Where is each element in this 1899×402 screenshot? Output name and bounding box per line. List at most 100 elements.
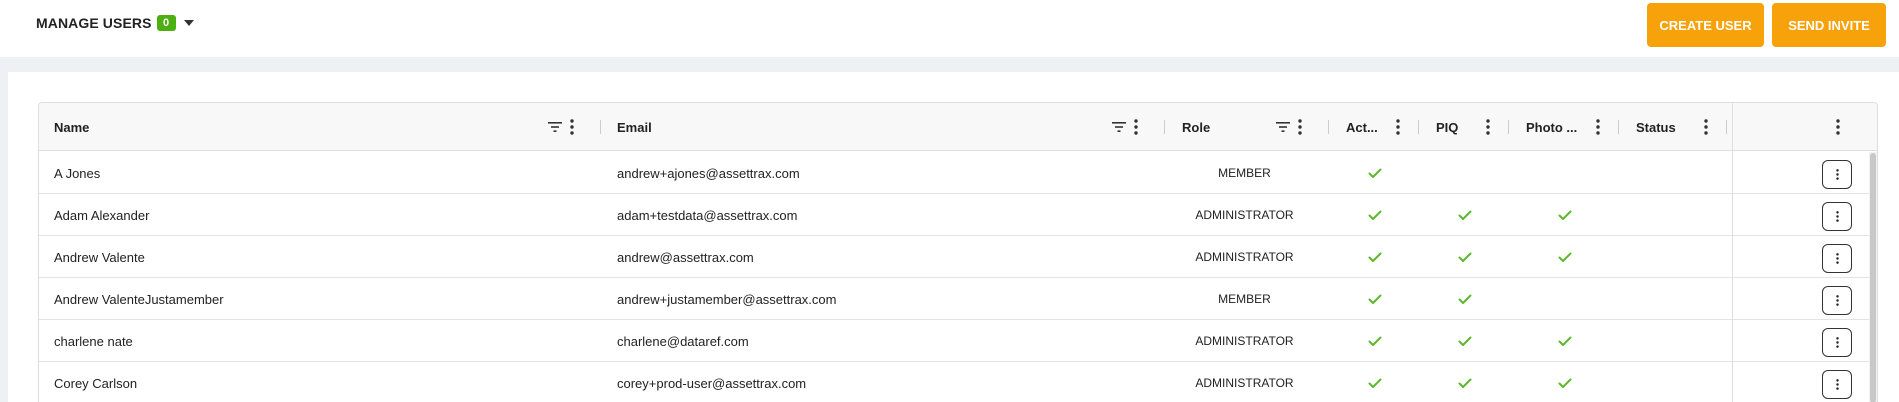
column-header-email[interactable]: Email [617, 103, 1017, 151]
user-count-badge: 0 [156, 15, 176, 31]
column-header-name[interactable]: Name [54, 103, 454, 151]
column-separator[interactable] [1164, 120, 1165, 134]
check-icon [1368, 210, 1382, 220]
check-icon [1368, 294, 1382, 304]
vertical-dots-icon[interactable] [570, 119, 574, 135]
cell-active [1368, 236, 1388, 278]
column-header-role[interactable]: Role [1182, 103, 1262, 151]
users-grid: Name Email Role Act... PIQ Photo ... Sta… [38, 102, 1878, 402]
cell-active [1368, 320, 1388, 362]
scrollbar-thumb[interactable] [1870, 153, 1876, 402]
cell-email: andrew+justamember@assettrax.com [617, 291, 837, 307]
column-label: Photo ... [1526, 119, 1578, 135]
cell-role: MEMBER [1218, 166, 1271, 180]
vertical-dots-icon [1835, 253, 1839, 264]
cell-name: Andrew ValenteJustamember [54, 291, 224, 307]
column-header-piq[interactable]: PIQ [1436, 103, 1476, 151]
cell-role: ADMINISTRATOR [1195, 334, 1294, 348]
cell-photo [1558, 236, 1578, 278]
column-separator[interactable] [1618, 120, 1619, 134]
filter-icon[interactable] [548, 121, 562, 133]
vertical-dots-icon[interactable] [1704, 119, 1708, 135]
check-icon [1368, 378, 1382, 388]
vertical-dots-icon[interactable] [1396, 119, 1400, 135]
cell-photo [1558, 362, 1578, 402]
column-separator[interactable] [1328, 120, 1329, 134]
cell-name: Andrew Valente [54, 249, 145, 265]
column-tools-actions [1836, 103, 1840, 151]
row-actions-button[interactable] [1822, 202, 1852, 231]
top-bar: MANAGE USERS 0 CREATE USER SEND INVITE [0, 0, 1899, 57]
cell-email: andrew@assettrax.com [617, 249, 754, 265]
vertical-dots-icon[interactable] [1298, 119, 1302, 135]
cell-role: ADMINISTRATOR [1195, 376, 1294, 390]
column-separator[interactable] [1726, 120, 1727, 134]
column-tools-email [1112, 103, 1138, 151]
check-icon [1558, 378, 1572, 388]
check-icon [1558, 252, 1572, 262]
column-label: Name [54, 119, 90, 135]
row-actions-button[interactable] [1822, 370, 1852, 399]
check-icon [1368, 336, 1382, 346]
column-separator[interactable] [1508, 120, 1509, 134]
cell-role: ADMINISTRATOR [1195, 250, 1294, 264]
cell-role: MEMBER [1218, 292, 1271, 306]
row-actions-button[interactable] [1822, 160, 1852, 189]
vertical-dots-icon [1835, 211, 1839, 222]
vertical-dots-icon[interactable] [1596, 119, 1600, 135]
grid-header: Name Email Role Act... PIQ Photo ... Sta… [39, 103, 1877, 151]
cell-active [1368, 194, 1388, 236]
column-separator[interactable] [1418, 120, 1419, 134]
cell-email: andrew+ajones@assettrax.com [617, 165, 800, 181]
column-tools-status [1704, 103, 1708, 151]
send-invite-button[interactable]: SEND INVITE [1772, 3, 1886, 47]
title-area: MANAGE USERS 0 [36, 14, 194, 32]
cell-name: A Jones [54, 165, 101, 181]
cell-email: adam+testdata@assettrax.com [617, 207, 798, 223]
column-header-photo[interactable]: Photo ... [1526, 103, 1588, 151]
cell-email: corey+prod-user@assettrax.com [617, 375, 807, 391]
check-icon [1558, 336, 1572, 346]
column-label: Email [617, 119, 652, 135]
check-icon [1368, 252, 1382, 262]
vertical-dots-icon [1835, 169, 1839, 180]
table-row[interactable]: Andrew Valente andrew@assettrax.com ADMINI… [39, 236, 1877, 278]
cell-role: ADMINISTRATOR [1195, 208, 1294, 222]
column-tools-active [1396, 103, 1400, 151]
filter-icon[interactable] [1276, 121, 1290, 133]
row-actions-button[interactable] [1822, 328, 1852, 357]
row-actions-button[interactable] [1822, 244, 1852, 273]
check-icon [1558, 210, 1572, 220]
cell-photo [1558, 194, 1578, 236]
column-label: Status [1636, 119, 1676, 135]
cell-active [1368, 362, 1388, 402]
table-row[interactable]: Andrew ValenteJustamember andrew+justamem… [39, 278, 1877, 320]
vertical-dots-icon[interactable] [1134, 119, 1138, 135]
table-row[interactable]: A Jones andrew+ajones@assettrax.com MEMBER [39, 152, 1877, 194]
column-separator[interactable] [600, 120, 601, 134]
column-header-active[interactable]: Act... [1346, 103, 1388, 151]
column-label: Role [1182, 119, 1211, 135]
cell-active [1368, 152, 1388, 194]
cell-active [1368, 278, 1388, 320]
check-icon [1458, 210, 1472, 220]
cell-name: charlene nate [54, 333, 133, 349]
table-row[interactable]: Corey Carlson corey+prod-user@assettrax.c… [39, 362, 1877, 402]
users-panel: Name Email Role Act... PIQ Photo ... Sta… [8, 72, 1899, 402]
filter-icon[interactable] [1112, 121, 1126, 133]
column-label: PIQ [1436, 119, 1459, 135]
row-actions-button[interactable] [1822, 286, 1852, 315]
cell-piq [1458, 362, 1478, 402]
column-tools-photo [1596, 103, 1600, 151]
column-tools-piq [1486, 103, 1490, 151]
caret-down-icon[interactable] [183, 20, 194, 26]
column-tools-name [548, 103, 574, 151]
create-user-button[interactable]: CREATE USER [1647, 3, 1764, 47]
cell-piq [1458, 194, 1478, 236]
page-title: MANAGE USERS [36, 15, 152, 31]
column-header-status[interactable]: Status [1636, 103, 1696, 151]
table-row[interactable]: Adam Alexander adam+testdata@assettrax.co… [39, 194, 1877, 236]
vertical-dots-icon[interactable] [1486, 119, 1490, 135]
vertical-dots-icon[interactable] [1836, 119, 1840, 135]
table-row[interactable]: charlene nate charlene@dataref.com ADMINIS… [39, 320, 1877, 362]
